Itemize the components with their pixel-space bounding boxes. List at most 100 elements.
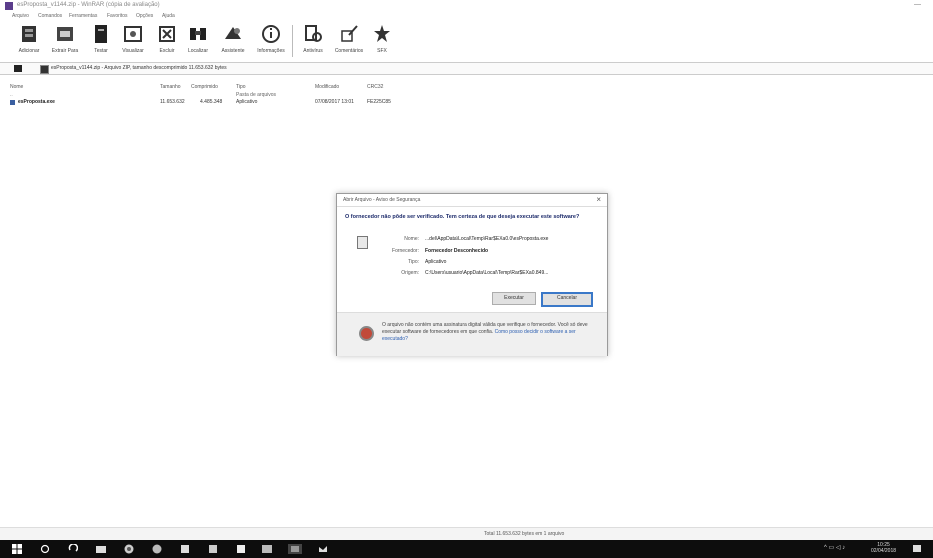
virus-scan-icon: [305, 25, 322, 42]
menu-bar: Arquivo Comandos Ferramentas Favoritos O…: [0, 12, 933, 21]
search-icon[interactable]: [40, 544, 50, 554]
winrar-taskbar-icon[interactable]: [288, 544, 302, 554]
column-header-name[interactable]: Nome: [10, 84, 23, 90]
column-header-crc32[interactable]: CRC32: [367, 84, 383, 90]
test-button-label: Testar: [94, 48, 108, 54]
field-label-type: Tipo:: [408, 259, 419, 265]
info-button[interactable]: Informações: [256, 21, 286, 62]
wizard-button-label: Assistente: [221, 48, 245, 54]
execute-button[interactable]: Executar: [492, 292, 536, 305]
notifications-icon[interactable]: [912, 544, 922, 554]
dialog-title: Abrir Arquivo - Aviso de Segurança: [343, 197, 421, 203]
find-icon: [190, 28, 206, 40]
app-pinned-icon[interactable]: [318, 544, 328, 554]
find-button[interactable]: Localizar: [186, 21, 210, 62]
minimize-button[interactable]: —: [914, 1, 921, 8]
path-text: esProposta_v1144.zip - Arquivo ZIP, tama…: [51, 65, 227, 71]
path-bar: esProposta_v1144.zip - Arquivo ZIP, tama…: [0, 62, 933, 75]
zip-archive-icon: [40, 65, 49, 74]
excel-icon[interactable]: [180, 544, 190, 554]
exe-file-icon: [10, 100, 15, 105]
menu-item-ajuda[interactable]: Ajuda: [162, 13, 175, 19]
column-header-type[interactable]: Tipo: [236, 84, 246, 90]
column-header-packed[interactable]: Comprimido: [191, 84, 218, 90]
field-value-type: Aplicativo: [425, 259, 447, 265]
info-button-label: Informações: [257, 48, 285, 54]
file-crc: FE225C85: [367, 99, 391, 105]
clock[interactable]: 10:25 02/04/2018: [871, 542, 896, 554]
comments-button-label: Comentários: [334, 48, 364, 54]
field-value-name: ...del\AppData\Local\Temp\Rar$EXa0.0\esP…: [425, 236, 549, 242]
field-label-origin: Origem:: [401, 270, 419, 276]
menu-item-opcoes[interactable]: Opções: [136, 13, 153, 19]
dialog-divider: [337, 206, 607, 207]
antivirus-button[interactable]: Antivírus: [300, 21, 326, 62]
table-row[interactable]: .. Pasta de arquivos: [0, 92, 933, 99]
extract-icon: [57, 27, 73, 41]
security-shield-icon: [359, 326, 374, 341]
file-type: Pasta de arquivos: [236, 92, 277, 98]
taskbar: ^ ▭ ◁ ♪ 10:25 02/04/2018: [0, 540, 933, 558]
antivirus-button-label: Antivírus: [303, 48, 323, 54]
footer-text-block: O arquivo não contém uma assinatura digi…: [382, 322, 597, 343]
table-row[interactable]: esProposta.exe 11.653.632 4.485.348 Apli…: [0, 99, 933, 106]
column-header-modified[interactable]: Modificado: [315, 84, 339, 90]
windows-start-icon[interactable]: [12, 544, 22, 554]
view-button[interactable]: Visualizar: [120, 21, 146, 62]
browser-icon[interactable]: [152, 544, 162, 554]
add-button[interactable]: Adicionar: [18, 21, 40, 62]
column-header-size[interactable]: Tamanho: [160, 84, 181, 90]
file-name: ..: [10, 92, 13, 98]
chrome-icon[interactable]: [124, 544, 134, 554]
window-title: esProposta_v1144.zip - WinRAR (cópia de …: [17, 2, 160, 8]
file-name: esProposta.exe: [18, 99, 55, 105]
test-button[interactable]: Testar: [90, 21, 112, 62]
edge-browser-icon[interactable]: [68, 544, 78, 554]
field-label-publisher: Fornecedor:: [392, 248, 419, 254]
extract-to-button[interactable]: Extrair Para: [52, 21, 78, 62]
powerpoint-icon[interactable]: [208, 544, 218, 554]
menu-item-ferramentas[interactable]: Ferramentas: [69, 13, 97, 19]
toolbar-separator: [292, 25, 293, 57]
test-icon: [95, 25, 107, 43]
column-headers: Nome Tamanho Comprimido Tipo Modificado …: [0, 84, 933, 92]
field-label-name: Nome:: [404, 236, 419, 242]
find-button-label: Localizar: [187, 48, 208, 54]
winrar-app-icon: [5, 2, 13, 10]
comment-icon: [341, 25, 358, 42]
comments-button[interactable]: Comentários: [334, 21, 364, 62]
field-value-origin: C:\Users\usuario\AppData\Local\Temp\Rar$…: [425, 270, 549, 276]
file-packed: 4.485.348: [200, 99, 223, 105]
application-icon: [357, 236, 368, 249]
add-icon: [22, 26, 36, 42]
title-bar: esProposta_v1144.zip - WinRAR (cópia de …: [0, 0, 933, 12]
extract-to-button-label: Extrair Para: [51, 48, 79, 54]
menu-item-favoritos[interactable]: Favoritos: [107, 13, 128, 19]
system-tray-icons[interactable]: ^ ▭ ◁ ♪: [824, 544, 845, 551]
file-explorer-icon[interactable]: [96, 544, 106, 554]
clock-date: 02/04/2018: [871, 548, 897, 554]
menu-item-arquivo[interactable]: Arquivo: [12, 13, 29, 19]
wizard-icon: [225, 27, 241, 39]
up-folder-icon[interactable]: [14, 65, 22, 72]
field-value-publisher: Fornecedor Desconhecido: [425, 248, 489, 254]
delete-icon: [159, 26, 175, 42]
cancel-button[interactable]: Cancelar: [541, 292, 593, 307]
app-icon[interactable]: [236, 544, 246, 554]
add-button-label: Adicionar: [18, 48, 40, 54]
security-warning-dialog: Abrir Arquivo - Aviso de Segurança × O f…: [336, 193, 608, 356]
sfx-icon: [374, 25, 390, 42]
file-modified: 07/08/2017 13:01: [315, 99, 354, 105]
view-icon: [124, 26, 142, 42]
app-window-icon[interactable]: [262, 544, 272, 554]
wizard-button[interactable]: Assistente: [218, 21, 248, 62]
delete-button[interactable]: Excluir: [156, 21, 178, 62]
dialog-footer: O arquivo não contém uma assinatura digi…: [337, 312, 607, 356]
status-bar: Total 11.653.632 bytes em 1 arquivo: [0, 527, 933, 540]
dialog-close-icon[interactable]: ×: [596, 195, 601, 204]
dialog-heading: O fornecedor não pôde ser verificado. Te…: [345, 214, 580, 220]
menu-item-comandos[interactable]: Comandos: [38, 13, 62, 19]
status-total: Total 11.653.632 bytes em 1 arquivo: [484, 531, 565, 537]
sfx-button-label: SFX: [377, 48, 387, 54]
sfx-button[interactable]: SFX: [372, 21, 392, 62]
